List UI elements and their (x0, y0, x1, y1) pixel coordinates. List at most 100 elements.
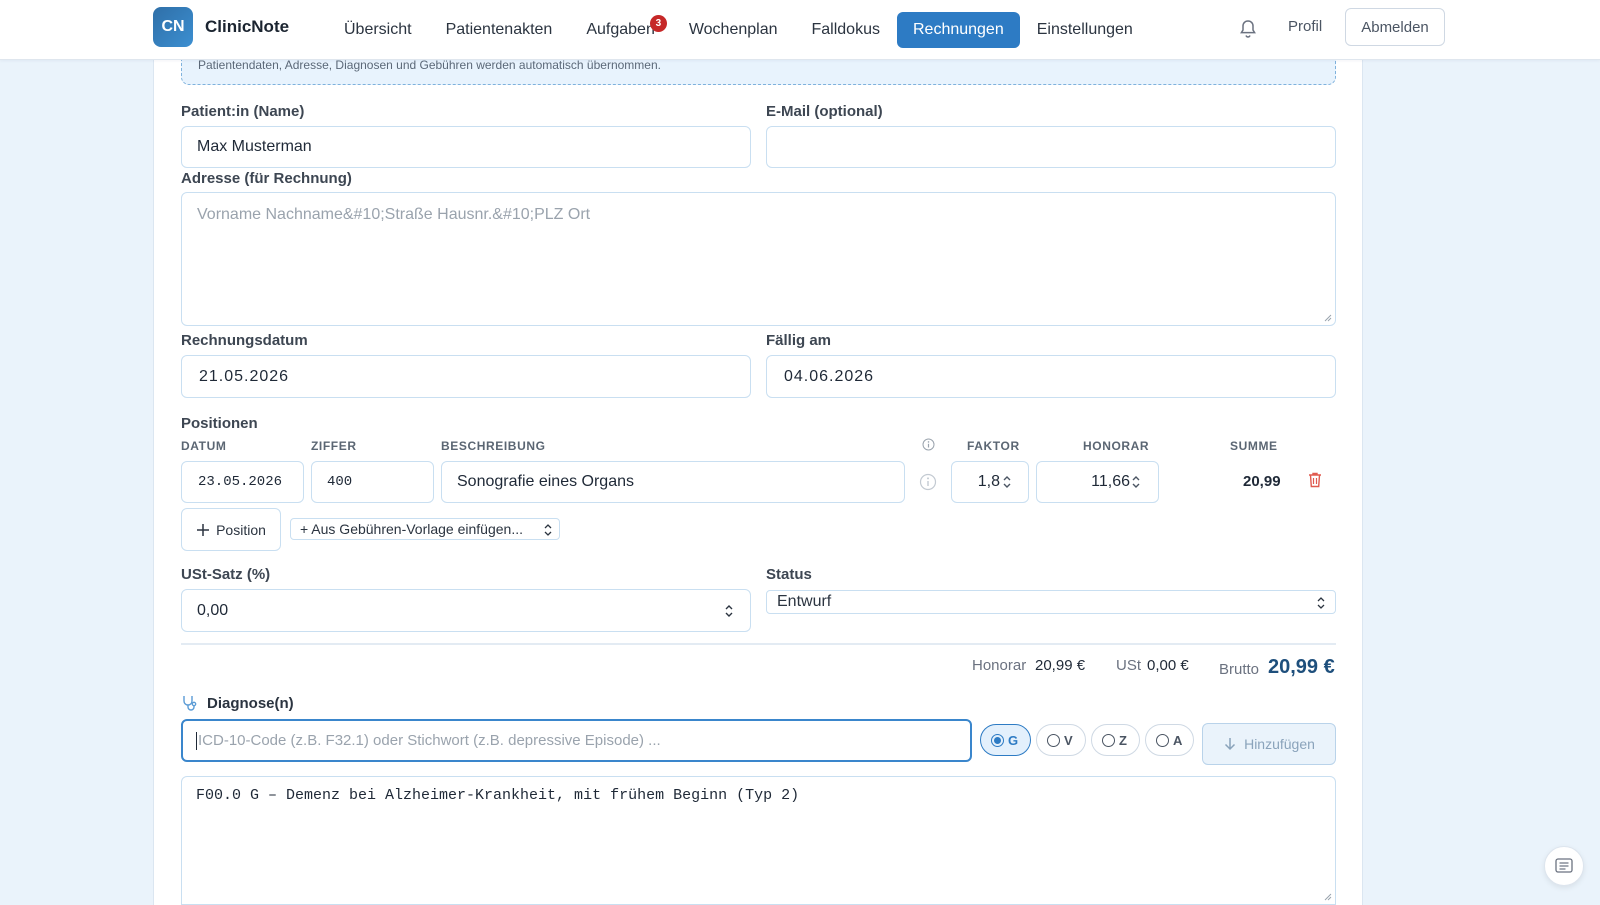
nav-item-aufgaben[interactable]: Aufgaben 3 (569, 12, 672, 48)
patient-name-label: Patient:in (Name) (181, 103, 305, 120)
ust-total-value: 0,00 € (1147, 657, 1189, 674)
section-divider (181, 643, 1336, 645)
certainty-option-label: V (1064, 732, 1073, 748)
info-icon[interactable] (919, 473, 937, 491)
invoice-date-value: 21.05.2026 (199, 367, 290, 385)
certainty-option-label: G (1008, 732, 1019, 748)
diagnosis-search-input[interactable]: ICD-10-Code (z.B. F32.1) oder Stichwort … (181, 719, 972, 762)
arrow-down-icon (1225, 738, 1236, 751)
position-description-input[interactable]: Sonografie eines Organs (441, 461, 905, 503)
stethoscope-icon (183, 696, 197, 711)
brutto-total-value: 20,99 € (1268, 656, 1335, 678)
tax-rate-input[interactable]: 0,00 (181, 589, 751, 632)
select-chevron-icon (1317, 597, 1325, 609)
resize-grip-icon[interactable] (1323, 313, 1332, 322)
certainty-option-z[interactable]: Z (1091, 724, 1140, 756)
info-icon[interactable] (922, 438, 935, 451)
radio-unselected-icon (1102, 733, 1115, 747)
nav-item-rechnungen[interactable]: Rechnungen (896, 12, 1020, 48)
due-date-input[interactable]: 04.06.2026 (766, 355, 1336, 398)
radio-unselected-icon (1156, 733, 1169, 747)
chat-icon (1555, 858, 1573, 873)
status-select[interactable]: Entwurf (766, 590, 1336, 614)
position-code-input[interactable]: 400 (311, 461, 434, 503)
status-label: Status (766, 566, 812, 583)
factor-stepper-icon[interactable] (1002, 474, 1012, 490)
invoice-date-input[interactable]: 21.05.2026 (181, 355, 751, 398)
chat-button[interactable] (1544, 846, 1584, 886)
tax-stepper-icon[interactable] (724, 603, 734, 619)
position-factor-input[interactable]: 1,8 (951, 461, 1029, 503)
nav-item-uebersicht[interactable]: Übersicht (327, 12, 429, 48)
add-position-label: Position (216, 521, 266, 538)
column-header-code: ZIFFER (311, 439, 357, 453)
column-header-fee: HONORAR (1083, 439, 1150, 453)
fee-template-select[interactable]: + Aus Gebühren-Vorlage einfügen... (290, 518, 560, 540)
bell-icon[interactable] (1236, 17, 1260, 41)
positions-title: Positionen (181, 415, 258, 432)
position-description-value: Sonografie eines Organs (457, 473, 634, 490)
certainty-option-v[interactable]: V (1036, 724, 1086, 756)
add-position-button[interactable]: Position (181, 508, 281, 551)
autofill-info-text: Patientendaten, Adresse, Diagnosen und G… (198, 58, 661, 72)
email-input[interactable] (766, 126, 1336, 168)
position-date-input[interactable]: 23.05.2026 (181, 461, 304, 503)
column-header-description: BESCHREIBUNG (441, 439, 546, 453)
text-cursor (196, 731, 197, 750)
invoice-date-label: Rechnungsdatum (181, 332, 308, 349)
patient-name-input[interactable]: Max Musterman (181, 126, 751, 168)
position-fee-value: 11,66 (1091, 473, 1130, 490)
diagnosis-search-placeholder: ICD-10-Code (z.B. F32.1) oder Stichwort … (198, 732, 661, 749)
position-factor-value: 1,8 (977, 473, 1000, 490)
fee-template-select-label: + Aus Gebühren-Vorlage einfügen... (300, 521, 523, 537)
diagnoses-title: Diagnose(n) (207, 695, 294, 712)
radio-unselected-icon (1047, 733, 1060, 747)
nav-item-falldokus[interactable]: Falldokus (795, 12, 897, 48)
profile-link[interactable]: Profil (1288, 18, 1322, 35)
tax-rate-value: 0,00 (197, 601, 229, 619)
certainty-option-label: Z (1119, 732, 1127, 748)
nav-item-wochenplan[interactable]: Wochenplan (672, 12, 795, 48)
position-date-value: 23.05.2026 (198, 474, 283, 490)
nav-item-einstellungen[interactable]: Einstellungen (1020, 12, 1150, 48)
main-nav: Übersicht Patientenakten Aufgaben 3 Woch… (327, 0, 1150, 60)
due-date-label: Fällig am (766, 332, 832, 349)
app-logo[interactable]: CN (153, 7, 193, 47)
status-select-value: Entwurf (777, 593, 832, 610)
nav-item-patientenakten[interactable]: Patientenakten (429, 12, 570, 48)
add-diagnosis-label: Hinzufügen (1244, 736, 1315, 752)
certainty-option-a[interactable]: A (1145, 724, 1194, 756)
position-code-value: 400 (327, 474, 353, 490)
add-diagnosis-button[interactable]: Hinzufügen (1202, 723, 1336, 765)
email-label: E-Mail (optional) (766, 103, 883, 120)
position-sum-value: 20,99 (1243, 473, 1281, 490)
ust-total-label: USt (1116, 657, 1142, 674)
brutto-total-label: Brutto (1219, 661, 1260, 678)
trash-icon[interactable] (1307, 471, 1323, 489)
certainty-option-g[interactable]: G (980, 724, 1031, 756)
column-header-date: DATUM (181, 439, 227, 453)
notification-count-badge: 3 (649, 15, 667, 32)
honorar-total-value: 20,99 € (1035, 657, 1086, 674)
radio-selected-icon (991, 733, 1004, 747)
address-placeholder: Vorname Nachname&#10;Straße Hausnr.&#10;… (197, 206, 591, 223)
due-date-value: 04.06.2026 (784, 367, 875, 385)
column-header-sum: SUMME (1230, 439, 1278, 453)
diagnoses-list-text: F00.0 G – Demenz bei Alzheimer-Krankheit… (196, 787, 800, 804)
plus-icon (197, 523, 210, 536)
honorar-total-label: Honorar (972, 657, 1027, 674)
address-label: Adresse (für Rechnung) (181, 170, 352, 187)
logout-button[interactable]: Abmelden (1345, 8, 1445, 46)
app-name[interactable]: ClinicNote (205, 17, 289, 37)
tax-rate-label: USt-Satz (%) (181, 566, 271, 583)
resize-grip-icon[interactable] (1323, 892, 1332, 901)
select-chevron-icon (544, 524, 552, 536)
address-textarea[interactable]: Vorname Nachname&#10;Straße Hausnr.&#10;… (181, 192, 1336, 326)
nav-item-label: Aufgaben (586, 21, 655, 38)
patient-name-value: Max Musterman (197, 138, 312, 155)
column-header-factor: FAKTOR (967, 439, 1020, 453)
top-navigation-bar: CN ClinicNote Übersicht Patientenakten A… (0, 0, 1600, 60)
certainty-option-label: A (1173, 732, 1183, 748)
fee-stepper-icon[interactable] (1131, 474, 1141, 490)
diagnoses-list-textarea[interactable]: F00.0 G – Demenz bei Alzheimer-Krankheit… (181, 776, 1336, 905)
